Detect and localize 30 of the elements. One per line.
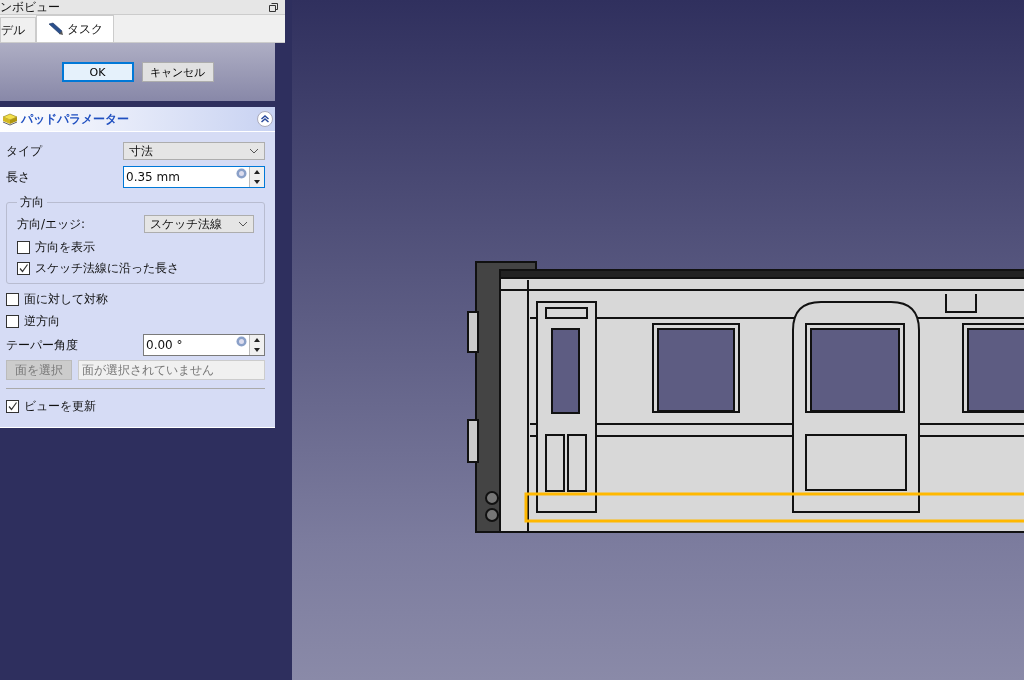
group-title: 方向	[19, 194, 45, 211]
field-label: タイプ	[6, 142, 42, 160]
tab[interactable]: デル	[0, 17, 36, 42]
checkbox-label: 面に対して対称	[24, 290, 108, 308]
tab[interactable]: タスク	[36, 15, 114, 42]
field-label: テーパー角度	[6, 336, 78, 354]
panel-title: ンボビュー	[0, 0, 60, 16]
collapse-icon[interactable]	[257, 111, 273, 127]
restore-icon[interactable]	[269, 2, 278, 12]
checkbox-label: 方向を表示	[35, 238, 95, 256]
checkbox[interactable]	[6, 292, 19, 306]
checkbox[interactable]	[17, 261, 30, 275]
cancel-button[interactable]: キャンセル	[141, 62, 214, 82]
checkbox-label: スケッチ法線に沿った長さ	[35, 259, 179, 277]
pencil-icon	[47, 22, 63, 36]
pad-icon	[2, 112, 18, 126]
checkbox-label: 逆方向	[24, 312, 60, 330]
checkbox[interactable]	[6, 314, 19, 328]
chevron-down-icon	[238, 221, 248, 227]
type-dropdown[interactable]: 寸法	[123, 142, 265, 160]
task-panel-title: パッドパラメーター	[21, 111, 130, 127]
field-label: 方向/エッジ:	[17, 215, 86, 233]
field-label: 長さ	[6, 168, 30, 186]
direction-dropdown[interactable]: スケッチ法線	[144, 215, 254, 233]
checkbox-label: ビューを更新	[24, 397, 96, 415]
checkbox[interactable]	[17, 240, 30, 254]
chevron-down-icon	[249, 148, 259, 154]
face-field[interactable]: 面が選択されていません	[78, 360, 265, 380]
checkbox[interactable]	[6, 399, 19, 413]
ok-button[interactable]: OK	[61, 62, 134, 82]
